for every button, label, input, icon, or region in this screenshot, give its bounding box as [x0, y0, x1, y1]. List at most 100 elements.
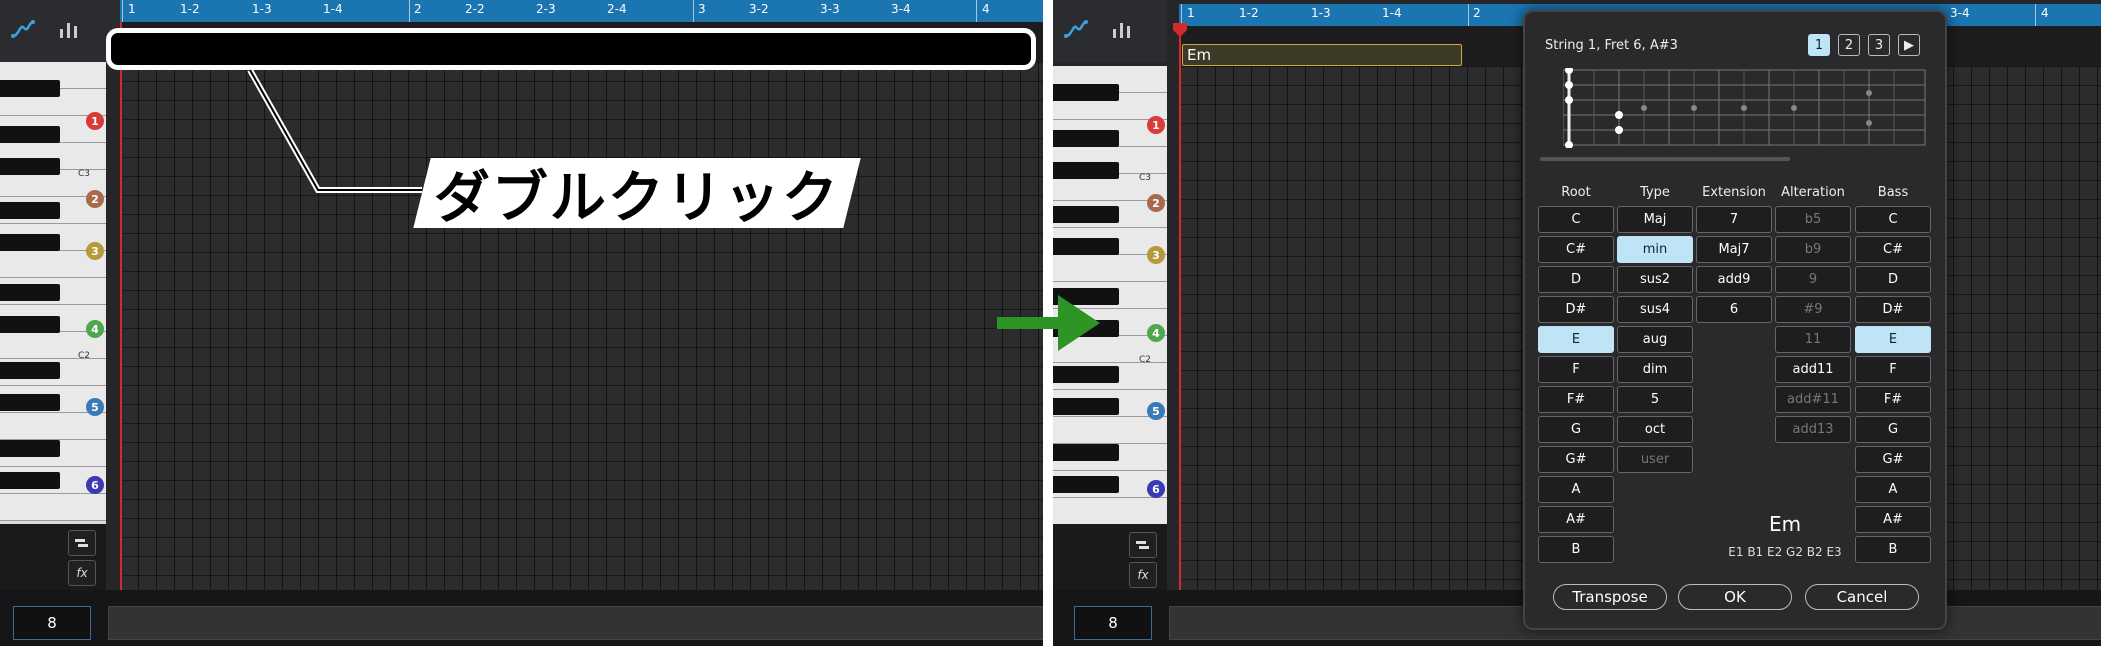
root-option-selected[interactable]: E — [1538, 326, 1614, 353]
type-option-disabled[interactable]: user — [1617, 446, 1693, 473]
octave-badge: 2 — [86, 190, 104, 208]
dialog-title: String 1, Fret 6, A#3 — [1545, 38, 1678, 53]
bass-option[interactable]: A# — [1855, 506, 1931, 533]
curve-icon[interactable] — [10, 18, 36, 44]
extension-option[interactable]: 6 — [1696, 296, 1772, 323]
bass-option-selected[interactable]: E — [1855, 326, 1931, 353]
alteration-option-disabled[interactable]: #9 — [1775, 296, 1851, 323]
playhead[interactable] — [120, 22, 122, 590]
bass-option[interactable]: F# — [1855, 386, 1931, 413]
bass-header: Bass — [1877, 185, 1909, 200]
c2-label: C2 — [1139, 355, 1152, 365]
octave-badge: 6 — [1147, 480, 1165, 498]
alteration-option-disabled[interactable]: 9 — [1775, 266, 1851, 293]
ok-button[interactable]: OK — [1678, 584, 1792, 610]
alteration-option-disabled[interactable]: b5 — [1775, 206, 1851, 233]
type-option[interactable]: Maj — [1617, 206, 1693, 233]
cancel-button[interactable]: Cancel — [1805, 584, 1919, 610]
ruler-tick: 2 — [1473, 6, 1481, 20]
ruler-tick: 2-2 — [465, 2, 485, 16]
page-3-button[interactable]: 3 — [1868, 34, 1890, 56]
callout-highlight — [106, 28, 1036, 70]
quantize-icon[interactable] — [1129, 532, 1157, 558]
page-1-button[interactable]: 1 — [1808, 34, 1830, 56]
horizontal-scroll-bar[interactable] — [108, 606, 1043, 640]
bass-option[interactable]: D# — [1855, 296, 1931, 323]
timeline-ruler[interactable]: 1 1-2 1-3 1-4 2 2-2 2-3 2-4 3 3-2 3-3 3-… — [120, 0, 1043, 22]
type-option-selected[interactable]: min — [1617, 236, 1693, 263]
alteration-option[interactable]: add11 — [1775, 356, 1851, 383]
arrow-head-icon — [1058, 295, 1100, 351]
ruler-tick: 1-4 — [1382, 6, 1402, 20]
fretboard-diagram[interactable] — [1563, 68, 1927, 148]
double-click-callout: ダブルクリック — [413, 158, 861, 231]
side-tools: fx — [1053, 524, 1167, 590]
fretboard-scrollbar[interactable] — [1540, 157, 1790, 161]
bass-option[interactable]: G# — [1855, 446, 1931, 473]
extension-option[interactable]: Maj7 — [1696, 236, 1772, 263]
transition-arrow — [997, 317, 1063, 329]
bass-option[interactable]: D — [1855, 266, 1931, 293]
octave-badge: 6 — [86, 476, 104, 494]
type-option[interactable]: 5 — [1617, 386, 1693, 413]
alteration-option-disabled[interactable]: add#11 — [1775, 386, 1851, 413]
root-option[interactable]: F# — [1538, 386, 1614, 413]
ruler-tick: 3-3 — [820, 2, 840, 16]
root-option[interactable]: B — [1538, 536, 1614, 563]
octave-badge: 2 — [1147, 194, 1165, 212]
octave-badge: 4 — [1147, 324, 1165, 342]
play-button[interactable]: ▶ — [1898, 34, 1920, 56]
root-option[interactable]: G# — [1538, 446, 1614, 473]
transpose-button[interactable]: Transpose — [1553, 584, 1667, 610]
playhead-marker-icon[interactable] — [1172, 22, 1188, 38]
bass-option[interactable]: F — [1855, 356, 1931, 383]
root-option[interactable]: A# — [1538, 506, 1614, 533]
alteration-header: Alteration — [1781, 185, 1845, 200]
type-option[interactable]: sus4 — [1617, 296, 1693, 323]
ruler-tick: 1 — [1187, 6, 1195, 20]
page-2-button[interactable]: 2 — [1838, 34, 1860, 56]
chord-region[interactable]: Em — [1182, 44, 1462, 66]
extension-option[interactable]: add9 — [1696, 266, 1772, 293]
type-option[interactable]: aug — [1617, 326, 1693, 353]
octave-badge: 5 — [86, 398, 104, 416]
bass-option[interactable]: C# — [1855, 236, 1931, 263]
grid-value-field[interactable]: 8 — [1074, 606, 1152, 640]
quantize-icon[interactable] — [68, 530, 96, 556]
ruler-tick: 3-4 — [1950, 6, 1970, 20]
c2-label: C2 — [78, 351, 91, 361]
root-option[interactable]: D# — [1538, 296, 1614, 323]
side-tools: fx — [0, 524, 106, 590]
bass-option[interactable]: G — [1855, 416, 1931, 443]
fx-button[interactable]: fx — [1129, 562, 1157, 588]
ruler-tick: 2-3 — [536, 2, 556, 16]
alteration-option-disabled[interactable]: b9 — [1775, 236, 1851, 263]
root-option[interactable]: C — [1538, 206, 1614, 233]
c3-label: C3 — [78, 169, 91, 179]
bass-option[interactable]: C — [1855, 206, 1931, 233]
velocity-bars-icon[interactable] — [1111, 19, 1133, 43]
alteration-option-disabled[interactable]: 11 — [1775, 326, 1851, 353]
type-header: Type — [1640, 185, 1670, 200]
curve-icon[interactable] — [1063, 18, 1089, 44]
ruler-tick: 1-3 — [1311, 6, 1331, 20]
type-option[interactable]: sus2 — [1617, 266, 1693, 293]
grid-value-field[interactable]: 8 — [13, 606, 91, 640]
root-header: Root — [1561, 185, 1591, 200]
extension-option[interactable]: 7 — [1696, 206, 1772, 233]
playhead[interactable] — [1179, 26, 1181, 590]
bass-option[interactable]: A — [1855, 476, 1931, 503]
type-option[interactable]: dim — [1617, 356, 1693, 383]
root-option[interactable]: F — [1538, 356, 1614, 383]
piano-keyboard[interactable]: 1 2 3 4 5 6 C3 C2 — [0, 62, 106, 524]
velocity-bars-icon[interactable] — [58, 19, 80, 43]
type-option[interactable]: oct — [1617, 416, 1693, 443]
root-option[interactable]: C# — [1538, 236, 1614, 263]
root-option[interactable]: D — [1538, 266, 1614, 293]
fx-button[interactable]: fx — [68, 560, 96, 586]
alteration-option-disabled[interactable]: add13 — [1775, 416, 1851, 443]
root-option[interactable]: A — [1538, 476, 1614, 503]
root-option[interactable]: G — [1538, 416, 1614, 443]
octave-badge: 4 — [86, 320, 104, 338]
chord-notes-display: E1 B1 E2 G2 B2 E3 — [1728, 545, 1842, 559]
